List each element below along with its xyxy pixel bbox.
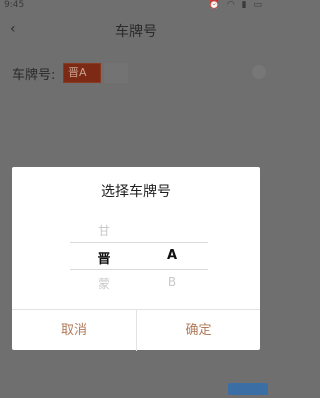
picker-divider-bottom bbox=[70, 269, 208, 270]
page-title: 车牌号 bbox=[115, 24, 157, 40]
cancel-button[interactable]: 取消 bbox=[12, 310, 136, 351]
picker-divider-top bbox=[70, 242, 208, 243]
plate-province-chip[interactable]: 晋A bbox=[63, 63, 101, 83]
header: ‹ 车牌号 bbox=[0, 12, 272, 48]
signal-icon: ▮ bbox=[241, 0, 249, 10]
status-icons: ⏰ ◠ ▮ ▭ bbox=[209, 0, 264, 10]
picker-right-item-selected[interactable]: A bbox=[152, 248, 192, 263]
dialog-title: 选择车牌号 bbox=[101, 184, 171, 200]
status-time: 9:45 bbox=[4, 0, 25, 10]
wifi-icon: ◠ bbox=[226, 0, 237, 10]
picker-left-item-above[interactable]: 甘 bbox=[84, 222, 124, 239]
status-bar: 9:45 ⏰ ◠ ▮ ▭ bbox=[0, 0, 272, 12]
picker-left-item-selected[interactable]: 晋 bbox=[84, 248, 124, 267]
picker-right-item-below[interactable]: B bbox=[152, 275, 192, 289]
battery-icon: ▭ bbox=[253, 0, 264, 10]
plate-number-label: 车牌号: bbox=[12, 68, 56, 83]
dialog-button-row: 取消 确定 bbox=[12, 309, 260, 351]
plate-number-input[interactable] bbox=[104, 63, 128, 83]
watermark-logo bbox=[228, 383, 268, 395]
picker-left-item-below[interactable]: 蒙 bbox=[84, 275, 124, 292]
alarm-icon: ⏰ bbox=[208, 0, 223, 10]
plate-picker-dialog: 选择车牌号 甘 晋 A 蒙 B 取消 确定 bbox=[12, 167, 260, 351]
plate-number-row: 车牌号: 晋A bbox=[0, 58, 272, 88]
clear-icon[interactable] bbox=[252, 65, 266, 79]
confirm-button[interactable]: 确定 bbox=[136, 310, 260, 351]
